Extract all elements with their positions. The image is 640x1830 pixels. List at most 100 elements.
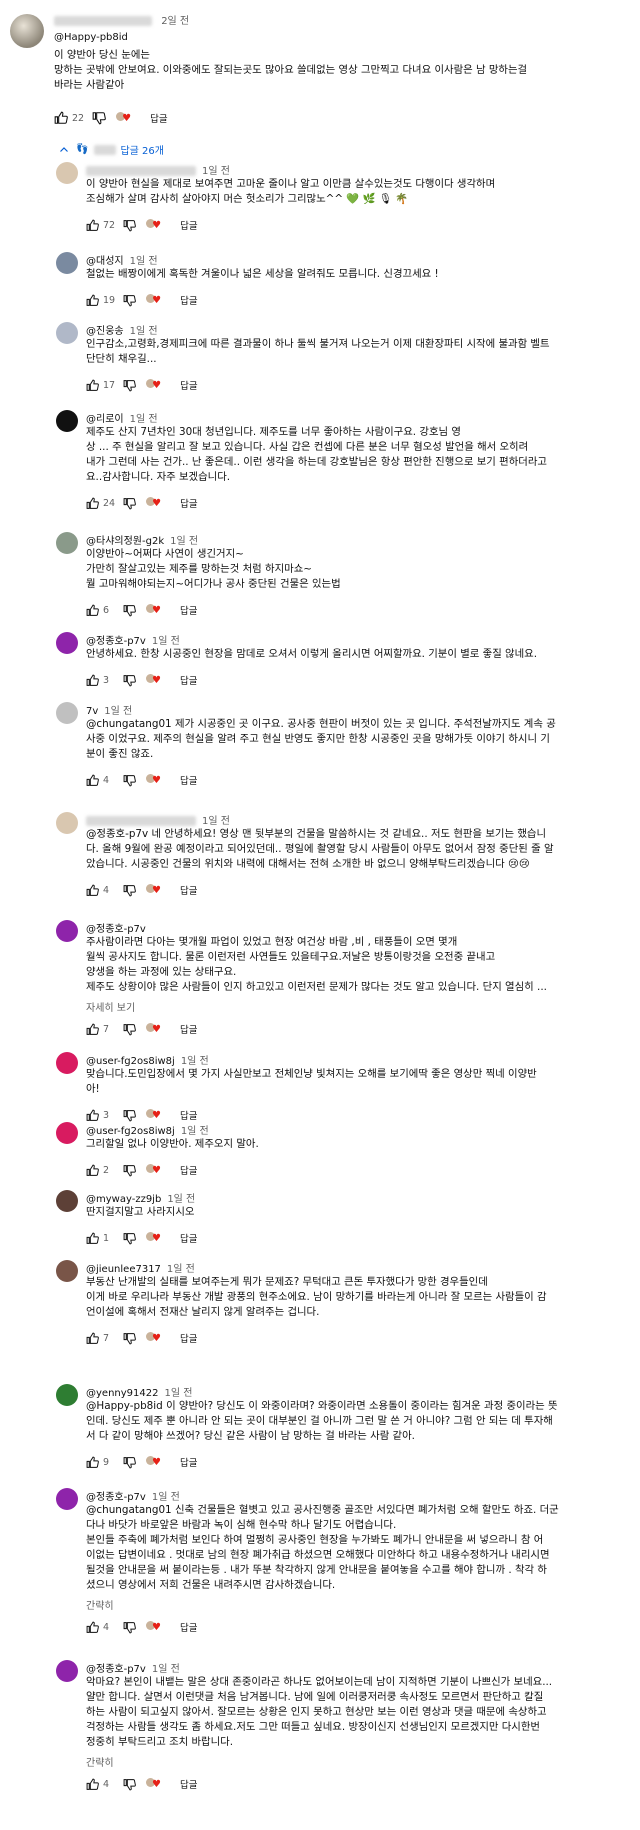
comment-author[interactable]: @정종호-p7v xyxy=(86,1492,146,1503)
comment-text: 맞습니다.도민입장에서 몇 가지 사실만보고 전체인냥 빛쳐지는 오해를 보기에… xyxy=(86,1068,537,1095)
reply-button[interactable]: 답글 xyxy=(180,1163,197,1177)
reply-button[interactable]: 답글 xyxy=(180,773,197,787)
comment-author[interactable]: @리로이 xyxy=(86,414,124,425)
thumbs-up-icon[interactable] xyxy=(86,1109,99,1122)
thumbs-down-icon[interactable] xyxy=(123,1456,136,1469)
thumbs-up-icon[interactable] xyxy=(86,884,99,897)
avatar[interactable] xyxy=(56,410,78,432)
thumbs-up-icon[interactable] xyxy=(86,604,99,617)
comment-author[interactable]: @진웅송 xyxy=(86,326,124,337)
thumbs-down-icon[interactable] xyxy=(123,1232,136,1245)
blurred-name xyxy=(86,816,196,826)
reply-button[interactable]: 답글 xyxy=(180,496,197,510)
comment-author[interactable]: @타샤의정원-g2k xyxy=(86,536,164,547)
comment-author[interactable]: @myway-zz9jb xyxy=(86,1194,161,1205)
reply-button[interactable]: 답글 xyxy=(150,111,167,125)
comment-author[interactable]: @정종호-p7v xyxy=(86,924,146,935)
thumbs-down-icon[interactable] xyxy=(123,1621,136,1634)
reply-button[interactable]: 답글 xyxy=(180,378,197,392)
thumbs-down-icon[interactable] xyxy=(123,1778,136,1791)
thumbs-down-icon[interactable] xyxy=(123,497,136,510)
comment-actions: 4 ♥ 답글 xyxy=(86,772,197,788)
avatar[interactable] xyxy=(56,532,78,554)
expand-toggle[interactable]: 간략히 xyxy=(86,1597,114,1612)
thumbs-down-icon[interactable] xyxy=(123,674,136,687)
comment-author[interactable]: @user-fg2os8iw8j xyxy=(86,1126,175,1137)
thumbs-up-icon[interactable] xyxy=(86,379,99,392)
comment-author[interactable]: @대성지 xyxy=(86,256,124,267)
comment-time: 1일 전 xyxy=(164,1388,193,1399)
avatar[interactable] xyxy=(56,920,78,942)
avatar[interactable] xyxy=(10,14,44,48)
thumbs-down-icon[interactable] xyxy=(123,1109,136,1122)
expand-toggle[interactable]: 간략히 xyxy=(86,1754,114,1769)
avatar[interactable] xyxy=(56,1660,78,1682)
reply-button[interactable]: 답글 xyxy=(180,603,197,617)
avatar[interactable] xyxy=(56,252,78,274)
creator-heart-icon: ♥ xyxy=(146,293,164,307)
avatar[interactable] xyxy=(56,1384,78,1406)
comment-header: 1일 전 xyxy=(86,812,230,827)
thumbs-up-icon[interactable] xyxy=(54,111,68,125)
thumbs-down-icon[interactable] xyxy=(123,774,136,787)
avatar[interactable] xyxy=(56,1052,78,1074)
thumbs-down-icon[interactable] xyxy=(123,1164,136,1177)
comment-author[interactable]: @정종호-p7v xyxy=(86,1664,146,1675)
reply-button[interactable]: 답글 xyxy=(180,218,197,232)
like-count: 17 xyxy=(103,379,116,391)
reply-button[interactable]: 답글 xyxy=(180,1231,197,1245)
thumbs-down-icon[interactable] xyxy=(123,1332,136,1345)
thumbs-up-icon[interactable] xyxy=(86,1023,99,1036)
avatar[interactable] xyxy=(56,1122,78,1144)
creator-heart-icon: ♥ xyxy=(146,673,164,687)
thumbs-down-icon[interactable] xyxy=(123,604,136,617)
thumbs-down-icon[interactable] xyxy=(92,111,106,125)
reply-button[interactable]: 답글 xyxy=(180,293,197,307)
thumbs-up-icon[interactable] xyxy=(86,1778,99,1791)
thumbs-up-icon[interactable] xyxy=(86,497,99,510)
thumbs-down-icon[interactable] xyxy=(123,379,136,392)
expand-toggle[interactable]: 자세히 보기 xyxy=(86,999,135,1014)
thumbs-up-icon[interactable] xyxy=(86,1456,99,1469)
avatar[interactable] xyxy=(56,702,78,724)
thumbs-up-icon[interactable] xyxy=(86,1232,99,1245)
replies-toggle[interactable]: 👣 답글 26개 xyxy=(58,142,164,157)
reply-button[interactable]: 답글 xyxy=(180,1108,197,1122)
avatar[interactable] xyxy=(56,322,78,344)
thumbs-up-icon[interactable] xyxy=(86,674,99,687)
avatar[interactable] xyxy=(56,1488,78,1510)
comment-author[interactable]: 7v xyxy=(86,706,98,717)
avatar[interactable] xyxy=(56,632,78,654)
thumbs-up-icon[interactable] xyxy=(86,1621,99,1634)
avatar[interactable] xyxy=(56,812,78,834)
comment-header: @yenny91422 1일 전 xyxy=(86,1384,192,1399)
thumbs-down-icon[interactable] xyxy=(123,219,136,232)
avatar[interactable] xyxy=(56,162,78,184)
comment-header: @myway-zz9jb 1일 전 xyxy=(86,1190,195,1205)
thumbs-up-icon[interactable] xyxy=(86,1164,99,1177)
reply-button[interactable]: 답글 xyxy=(180,673,197,687)
creator-heart-icon: ♥ xyxy=(146,1777,164,1791)
comment-author[interactable]: @jieunlee7317 xyxy=(86,1264,161,1275)
comment-author[interactable]: @yenny91422 xyxy=(86,1388,158,1399)
reply-button[interactable]: 답글 xyxy=(180,1777,197,1791)
comment-author[interactable]: @user-fg2os8iw8j xyxy=(86,1056,175,1067)
thumbs-down-icon[interactable] xyxy=(123,294,136,307)
thumbs-down-icon[interactable] xyxy=(123,884,136,897)
avatar[interactable] xyxy=(56,1260,78,1282)
comment-header: 1일 전 xyxy=(86,162,230,177)
thumbs-up-icon[interactable] xyxy=(86,774,99,787)
reply-button[interactable]: 답글 xyxy=(180,1022,197,1036)
avatar[interactable] xyxy=(56,1190,78,1212)
reply-button[interactable]: 답글 xyxy=(180,1331,197,1345)
thumbs-up-icon[interactable] xyxy=(86,294,99,307)
thumbs-up-icon[interactable] xyxy=(86,1332,99,1345)
reply-button[interactable]: 답글 xyxy=(180,1455,197,1469)
comment-author[interactable]: @정종호-p7v xyxy=(86,636,146,647)
comment-author[interactable]: @Happy-pb8id xyxy=(54,32,128,43)
thumbs-up-icon[interactable] xyxy=(86,219,99,232)
reply-button[interactable]: 답글 xyxy=(180,883,197,897)
reply-button[interactable]: 답글 xyxy=(180,1620,197,1634)
comment-time: 1일 전 xyxy=(151,1664,180,1675)
thumbs-down-icon[interactable] xyxy=(123,1023,136,1036)
